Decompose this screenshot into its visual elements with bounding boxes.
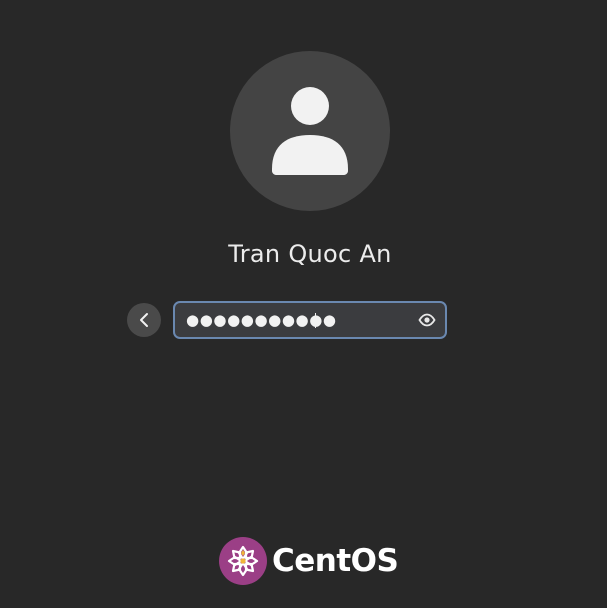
login-screen: Tran Quoc An ●●●●●●●●●●● CentOS <box>0 0 607 608</box>
chevron-left-icon <box>140 313 148 327</box>
password-field[interactable]: ●●●●●●●●●●● <box>173 301 447 339</box>
user-avatar <box>230 51 390 211</box>
password-value: ●●●●●●●●●●● <box>186 311 337 329</box>
user-silhouette-icon <box>272 87 348 175</box>
centos-branding: CentOS <box>219 537 409 585</box>
eye-icon[interactable] <box>418 312 436 328</box>
back-button[interactable] <box>127 303 161 337</box>
centos-flower-logo <box>219 537 267 585</box>
centos-wordmark: CentOS <box>272 543 399 579</box>
user-name: Tran Quoc An <box>228 240 392 268</box>
text-caret <box>315 313 316 328</box>
